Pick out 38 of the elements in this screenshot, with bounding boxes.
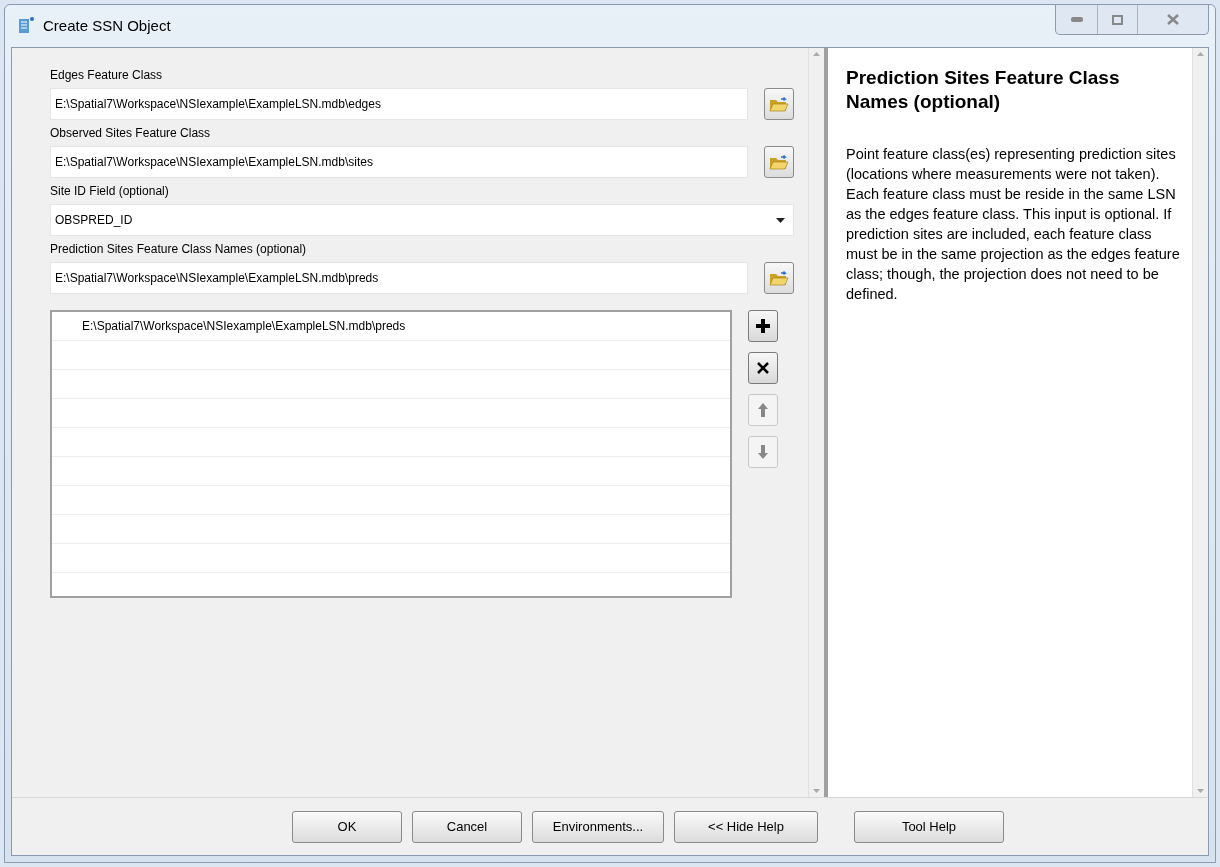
list-tool-button[interactable]: [748, 352, 778, 384]
scrollbar[interactable]: [1192, 48, 1208, 797]
path-input[interactable]: E:\Spatial7\Workspace\NSIexample\ExampleLSN.mdb\sites: [50, 146, 748, 178]
dialog-button[interactable]: Tool Help: [854, 810, 1004, 843]
plus-icon: [755, 318, 771, 334]
field-label: Prediction Sites Feature Class Names (optional): [50, 241, 308, 258]
caret-icon: [776, 217, 785, 223]
field-label: Observed Sites Feature Class: [50, 125, 212, 142]
dialog-button[interactable]: Cancel: [412, 810, 522, 843]
window-title: Create SSN Object: [43, 15, 171, 36]
up-arrow-icon: [757, 402, 769, 418]
scroll-up-icon[interactable]: [813, 52, 820, 56]
folder-icon: [769, 153, 789, 171]
list-tool-button[interactable]: [748, 310, 778, 342]
list-item[interactable]: E:\Spatial7\Workspace\NSIexample\ExampleLSN.mdb\preds: [82, 317, 406, 335]
help-text: Point feature class(es) representing prediction sites (locations where measurements were not taken). Each feature class must be reside in the same LSN as the edges feature class. This input is optional. If prediction sites are included, each feature class must be in the same projection as the edges feature class; though, the projection does not need to be defined.: [846, 145, 1181, 304]
folder-icon: [769, 95, 789, 113]
close-icon: [1167, 14, 1179, 25]
scroll-down-icon[interactable]: [813, 789, 820, 793]
dialog-button[interactable]: Environments...: [532, 810, 664, 843]
scroll-down-icon[interactable]: [1197, 789, 1204, 793]
folder-icon: [769, 269, 789, 287]
browse-button[interactable]: [764, 146, 794, 178]
path-input[interactable]: E:\Spatial7\Workspace\NSIexample\ExampleLSN.mdb\preds: [50, 262, 748, 294]
path-input[interactable]: E:\Spatial7\Workspace\NSIexample\ExampleLSN.mdb\edges: [50, 88, 748, 120]
app-icon: [17, 16, 35, 36]
scroll-up-icon[interactable]: [1197, 52, 1204, 56]
close-icon: [757, 362, 769, 374]
dialog-button[interactable]: << Hide Help: [674, 810, 818, 843]
browse-button[interactable]: [764, 88, 794, 120]
down-arrow-icon: [757, 444, 769, 460]
dialog-button[interactable]: OK: [292, 810, 402, 843]
dropdown-value: OBSPRED_ID: [55, 212, 133, 229]
field-label: Edges Feature Class: [50, 67, 164, 84]
dropdown-field[interactable]: OBSPRED_ID: [50, 204, 794, 236]
browse-button[interactable]: [764, 262, 794, 294]
help-title: Prediction Sites Feature Class Names (optional): [846, 66, 1121, 114]
field-label: Site ID Field (optional): [50, 183, 170, 200]
